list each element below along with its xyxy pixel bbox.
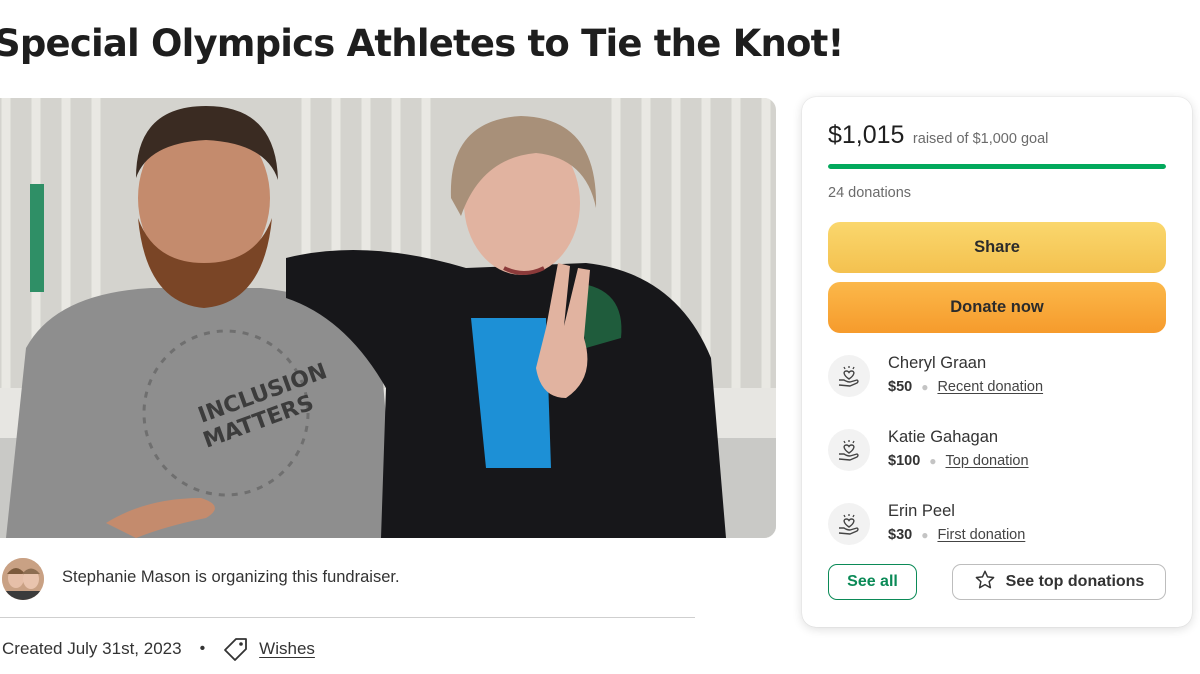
organizer-text: Stephanie Mason is organizing this fundr… [62,568,400,586]
star-icon [974,569,996,596]
donation-card: $1,015 raised of $1,000 goal 24 donation… [802,97,1192,627]
goal-text: raised of $1,000 goal [912,131,1049,147]
amount-raised-value: $1,015 [828,121,905,149]
donate-now-button[interactable]: Donate now [828,282,1166,333]
heart-hand-icon [828,355,870,397]
donor-details: $100 ● Top donation [888,453,1029,469]
progress-bar-fill [828,164,1166,169]
donor-item: Erin Peel $30 ● First donation [828,499,1168,555]
progress-bar [828,164,1166,169]
donation-type-link[interactable]: Top donation [946,453,1029,469]
see-all-button[interactable]: See all [828,564,917,600]
donor-details: $50 ● Recent donation [888,379,1043,395]
meta-separator: • [199,640,206,657]
category-link[interactable]: Wishes [259,639,315,659]
amount-raised: $1,015 raised of $1,000 goal [828,121,1048,150]
see-top-donations-label: See top donations [1005,573,1145,590]
donation-type-link[interactable]: Recent donation [937,379,1043,395]
fundraiser-meta: Created July 31st, 2023 • Wishes [2,634,315,664]
separator-dot: ● [929,454,937,468]
heart-hand-icon [828,429,870,471]
donor-name: Katie Gahagan [888,428,999,446]
donor-amount: $50 [888,379,913,395]
share-button[interactable]: Share [828,222,1166,273]
heart-hand-icon [828,503,870,545]
organizer-avatar[interactable] [2,558,44,600]
donation-type-link[interactable]: First donation [937,527,1025,543]
donor-name: Erin Peel [888,502,955,520]
donation-count: 24 donations [828,185,912,201]
created-date: Created July 31st, 2023 [2,639,182,658]
donor-amount: $30 [888,527,913,543]
separator-dot: ● [921,380,929,394]
organizer-row: Stephanie Mason is organizing this fundr… [2,556,702,600]
donor-item: Katie Gahagan $100 ● Top donation [828,425,1168,481]
fundraiser-photo: INCLUSION MATTERS [0,98,776,538]
donor-name: Cheryl Graan [888,354,987,372]
donor-details: $30 ● First donation [888,527,1025,543]
divider [0,617,695,618]
donor-item: Cheryl Graan $50 ● Recent donation [828,351,1168,407]
tag-icon [223,636,249,662]
donor-amount: $100 [888,453,921,469]
see-top-donations-button[interactable]: See top donations [952,564,1166,600]
separator-dot: ● [921,528,929,542]
page-title: Special Olympics Athletes to Tie the Kno… [0,22,844,65]
